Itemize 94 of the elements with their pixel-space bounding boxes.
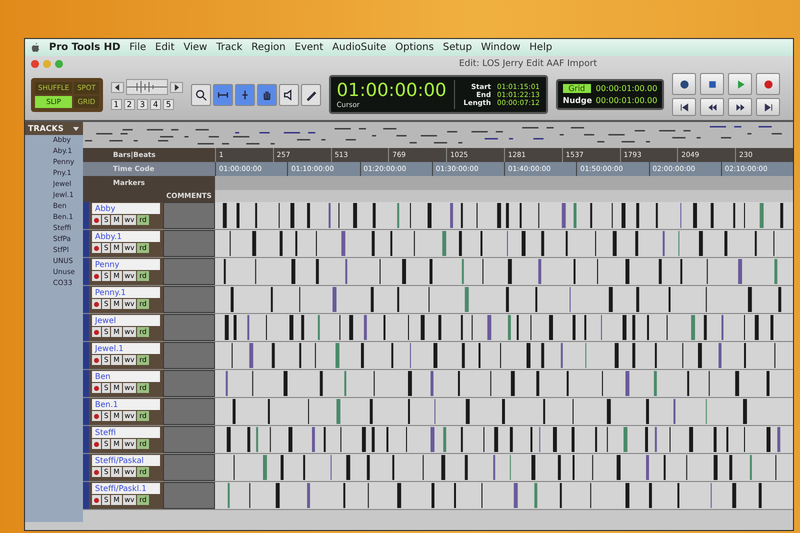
audio-regions-drawing[interactable] [215, 314, 793, 341]
record-enable-button[interactable] [92, 327, 101, 337]
comment-field[interactable] [163, 398, 215, 425]
menu-item[interactable]: Window [480, 42, 520, 53]
audio-regions-drawing[interactable] [215, 230, 793, 257]
track-name[interactable]: Penny [92, 259, 160, 270]
zoom-preset-button[interactable]: 2 [124, 99, 135, 110]
menu-item[interactable]: Event [294, 42, 324, 53]
menu-item[interactable]: Options [395, 42, 434, 53]
comment-field[interactable] [163, 370, 215, 397]
track-name[interactable]: Ben [92, 371, 160, 382]
app-menu[interactable]: Pro Tools HD [49, 42, 120, 53]
record-enable-button[interactable] [92, 495, 101, 505]
audio-regions-drawing[interactable] [215, 426, 793, 453]
trim-tool-button[interactable] [212, 84, 233, 106]
zoom-preset-button[interactable]: 3 [136, 99, 148, 110]
zoom-preset-button[interactable]: 1 [110, 99, 122, 110]
forward-button[interactable] [728, 98, 752, 116]
record-enable-button[interactable] [92, 411, 101, 421]
comment-field[interactable] [163, 230, 215, 257]
track-name[interactable]: Steffi [92, 427, 160, 438]
comment-field[interactable] [163, 314, 215, 341]
menu-item[interactable]: Region [251, 42, 286, 53]
start-button[interactable] [672, 98, 696, 116]
pencil-tool-button[interactable] [300, 84, 321, 106]
right-arrow-icon [174, 84, 179, 90]
menu-item[interactable]: AudioSuite [332, 42, 386, 53]
markers-ruler[interactable] [215, 176, 793, 190]
zoom-out-button[interactable] [110, 82, 124, 92]
zoom-in-button[interactable] [170, 82, 183, 92]
zoom-preset-button[interactable]: 5 [163, 99, 174, 110]
left-arrow-icon [114, 84, 120, 90]
track-name[interactable]: Steffi/Paskal [92, 455, 160, 466]
menu-item[interactable]: File [129, 42, 146, 53]
record-enable-button[interactable] [92, 271, 101, 281]
menu-item[interactable]: Help [529, 42, 552, 53]
comment-field[interactable] [163, 286, 215, 313]
record-enable-button[interactable] [92, 355, 101, 365]
track-name[interactable]: Abby [92, 203, 160, 214]
comment-field[interactable] [163, 258, 215, 285]
audio-regions-drawing[interactable] [215, 398, 793, 425]
zoom-tool-button[interactable] [190, 84, 211, 106]
audio-regions-drawing[interactable] [215, 286, 793, 313]
zoom-preset-button[interactable]: 4 [150, 99, 162, 110]
record-icon [762, 78, 775, 90]
audio-regions-drawing[interactable] [215, 202, 793, 229]
online-icon [678, 78, 691, 90]
record-enable-button[interactable] [92, 467, 101, 477]
record-button[interactable] [756, 73, 780, 95]
session-overview-drawing[interactable] [83, 122, 793, 148]
comment-field[interactable] [163, 454, 215, 481]
menu-item[interactable]: View [184, 42, 208, 53]
menu-item[interactable]: Track [216, 42, 242, 53]
select-tool-button[interactable] [234, 84, 255, 106]
audio-regions-drawing[interactable] [215, 342, 793, 369]
grab-tool-button[interactable] [256, 84, 277, 106]
apple-icon[interactable] [31, 42, 40, 53]
nudge-button[interactable]: Nudge [562, 96, 591, 105]
magnifier-icon [194, 88, 208, 102]
online-button[interactable] [672, 73, 696, 95]
comment-field[interactable] [163, 202, 215, 229]
track-name[interactable]: Ben.1 [92, 399, 160, 410]
record-enable-button[interactable] [92, 215, 101, 225]
record-enable-button[interactable] [92, 299, 101, 309]
close-button[interactable] [31, 60, 39, 68]
menu-item[interactable]: Edit [155, 42, 174, 53]
grid-button[interactable]: Grid [562, 84, 591, 93]
rewind-button[interactable] [700, 98, 724, 116]
comment-field[interactable] [163, 426, 215, 453]
track-name[interactable]: Abby.1 [92, 231, 160, 242]
stop-button[interactable] [700, 73, 724, 95]
audio-regions-drawing[interactable] [215, 482, 793, 509]
record-enable-button[interactable] [92, 243, 101, 253]
track-name[interactable]: Jewel.1 [92, 343, 160, 354]
track-name[interactable]: Jewel [92, 315, 160, 326]
waveform-zoom-icon[interactable] [126, 79, 168, 95]
track-name[interactable]: Penny.1 [92, 287, 160, 298]
end-button[interactable] [756, 98, 780, 116]
window-title: Edit: LOS Jerry Edit AAF Import [458, 59, 597, 69]
tracks-heading: TRACKS [28, 124, 64, 133]
audio-regions-drawing[interactable] [215, 258, 793, 285]
dropdown-arrow-icon[interactable] [72, 124, 80, 132]
audio-regions-drawing[interactable] [215, 370, 793, 397]
audio-regions-drawing[interactable] [215, 454, 793, 481]
nudge-value[interactable]: 00:00:01:00.00 [596, 96, 658, 105]
comment-field[interactable] [163, 482, 215, 509]
menu-item[interactable]: Setup [442, 42, 472, 53]
track-name[interactable]: Steffi/Paskl.1 [92, 483, 160, 494]
grid-value[interactable]: 00:00:01:00.00 [596, 84, 658, 93]
record-enable-button[interactable] [92, 439, 101, 449]
record-enable-button[interactable] [92, 383, 101, 393]
main-counter: 01:00:00:00 [336, 80, 446, 101]
scrub-tool-button[interactable] [278, 84, 299, 106]
comment-field[interactable] [163, 342, 215, 369]
